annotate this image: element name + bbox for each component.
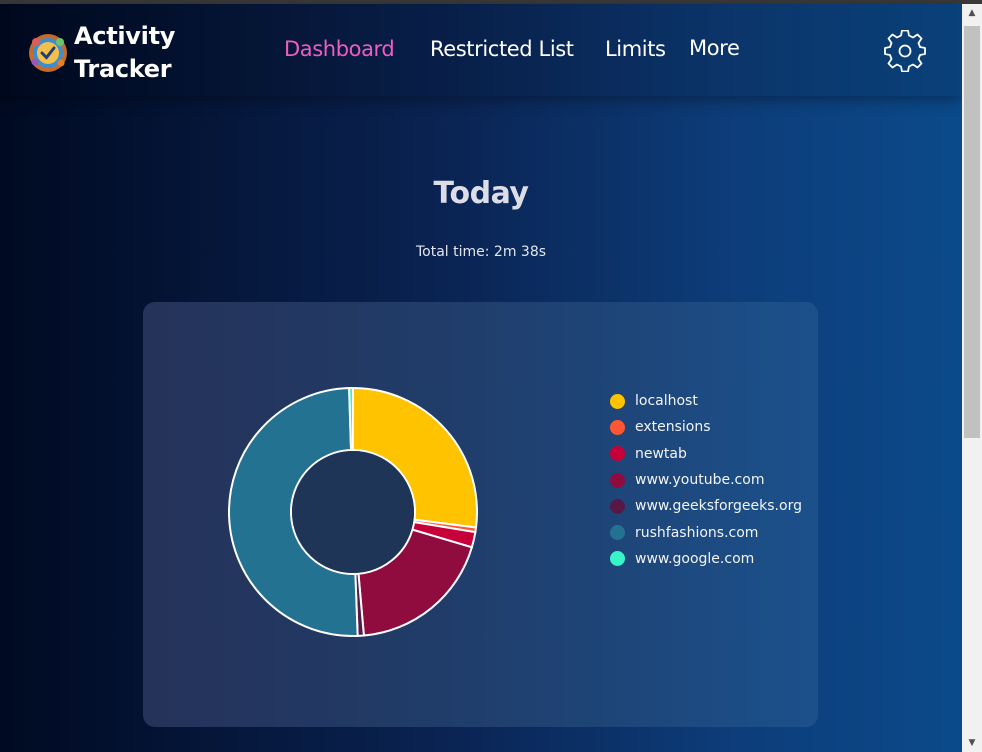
legend-swatch — [610, 446, 625, 462]
legend-swatch — [610, 525, 625, 541]
chart-card: localhost extensions newtab www.youtube.com… — [143, 302, 818, 727]
legend-swatch — [610, 472, 625, 488]
brand-line-1: Activity — [74, 22, 176, 50]
donut-chart — [228, 386, 478, 637]
legend-swatch — [610, 419, 625, 435]
legend-item[interactable]: rushfashions.com — [610, 519, 802, 545]
page-title: Today — [433, 176, 529, 211]
legend-item[interactable]: www.youtube.com — [610, 467, 802, 493]
scrollbar-thumb[interactable] — [964, 26, 980, 438]
gear-icon[interactable] — [884, 30, 926, 72]
legend-item[interactable]: newtab — [610, 441, 802, 467]
legend-label: www.geeksforgeeks.org — [635, 498, 802, 515]
vertical-scrollbar[interactable]: ▲ ▼ — [962, 4, 982, 752]
nav-more[interactable]: More — [689, 36, 740, 60]
nav-restricted-list[interactable]: Restricted List — [430, 37, 574, 61]
brand-line-2: Tracker — [74, 55, 172, 83]
legend-label: localhost — [635, 393, 698, 410]
legend-item[interactable]: localhost — [610, 388, 802, 414]
legend-label: www.google.com — [635, 550, 755, 567]
scroll-up-arrow-icon[interactable]: ▲ — [962, 4, 982, 22]
legend-item[interactable]: www.google.com — [610, 546, 802, 572]
chart-legend: localhost extensions newtab www.youtube.com… — [610, 388, 802, 572]
donut-hole — [292, 451, 414, 573]
nav-dashboard[interactable]: Dashboard — [284, 37, 395, 61]
nav-limits[interactable]: Limits — [605, 37, 666, 61]
total-time: Total time: 2m 38s — [415, 244, 547, 260]
legend-item[interactable]: extensions — [610, 414, 802, 440]
scroll-down-arrow-icon[interactable]: ▼ — [962, 734, 982, 752]
brand-title: Activity Tracker — [74, 20, 175, 86]
legend-label: extensions — [635, 419, 711, 436]
clock-logo-icon — [29, 34, 67, 72]
app-root: Activity Tracker Dashboard Restricted Li… — [0, 4, 962, 752]
legend-label: newtab — [635, 445, 687, 462]
navbar: Activity Tracker Dashboard Restricted Li… — [0, 4, 962, 96]
legend-swatch — [610, 393, 625, 409]
legend-swatch — [610, 551, 625, 567]
legend-item[interactable]: www.geeksforgeeks.org — [610, 493, 802, 519]
legend-label: rushfashions.com — [635, 524, 759, 541]
legend-label: www.youtube.com — [635, 472, 765, 489]
brand[interactable]: Activity Tracker — [27, 20, 175, 86]
legend-swatch — [610, 498, 625, 514]
